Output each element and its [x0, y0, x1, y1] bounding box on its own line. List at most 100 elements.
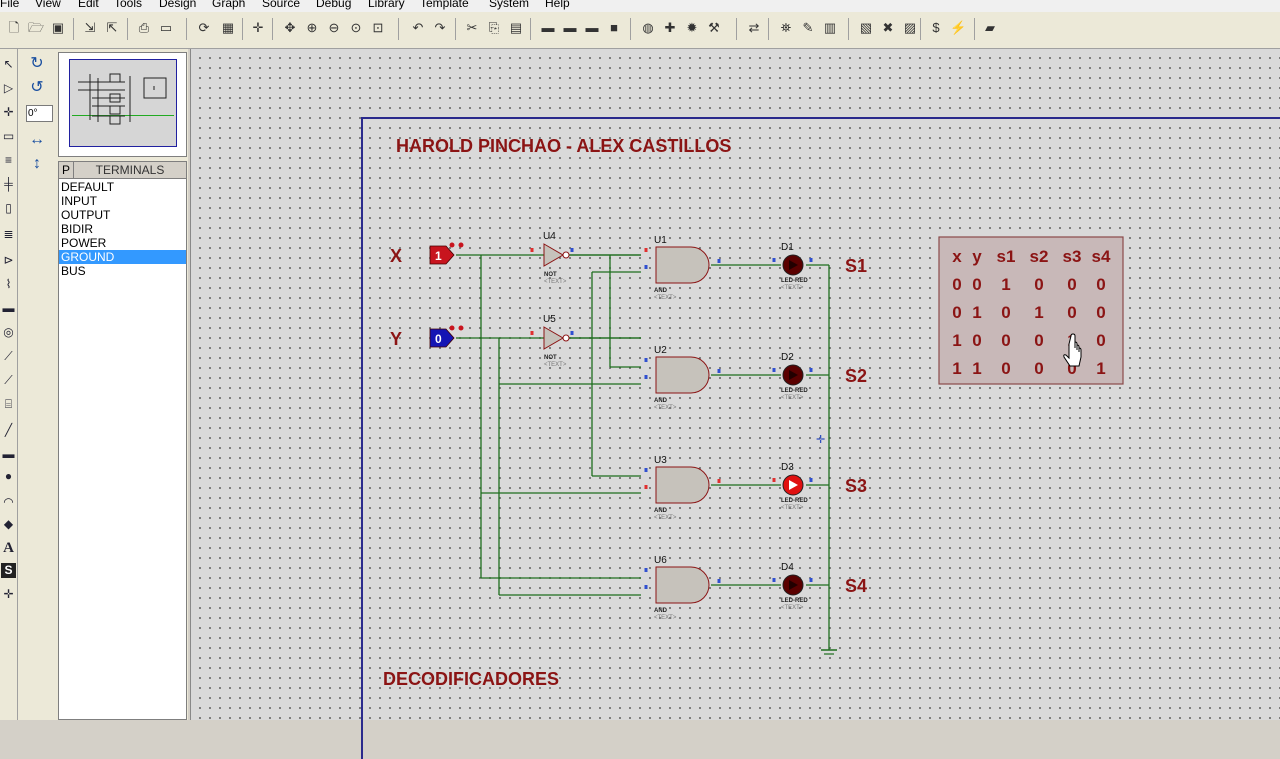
origin-icon[interactable]: ✛: [250, 20, 266, 36]
gate-text: <TEXT>: [654, 295, 677, 301]
virtual-instruments-icon[interactable]: ⌸: [1, 397, 16, 412]
design-explorer-icon[interactable]: ▥: [822, 20, 838, 36]
decompose-icon[interactable]: ⚒: [706, 20, 722, 36]
zoom-area-icon[interactable]: ⊡: [370, 20, 386, 36]
print-area-icon[interactable]: ▭: [158, 20, 174, 36]
import-icon[interactable]: ⇲: [82, 20, 98, 36]
search-tag-icon[interactable]: ⛯: [778, 20, 794, 36]
arc-2d-icon[interactable]: ◠: [1, 495, 16, 510]
device-pins-icon[interactable]: ⊳: [1, 253, 16, 268]
terminal-item-bus[interactable]: BUS: [59, 264, 186, 278]
delete-sheet-icon[interactable]: ✖: [880, 20, 896, 36]
schematic-canvas[interactable]: HAROLD PINCHAO - ALEX CASTILLOS DECODIFIC…: [190, 49, 1280, 759]
print-icon[interactable]: ⎙: [136, 20, 152, 36]
export-icon[interactable]: ⇱: [104, 20, 120, 36]
cut-icon[interactable]: ✂: [464, 20, 480, 36]
toolbar-separator: [974, 18, 975, 40]
goto-sheet-icon[interactable]: ▨: [902, 20, 918, 36]
block-move-icon[interactable]: ▬: [562, 20, 578, 36]
new-file-icon[interactable]: 🗋: [6, 20, 22, 36]
property-assign-icon[interactable]: ✎: [800, 20, 816, 36]
rotate-clockwise-icon[interactable]: ↻: [28, 55, 46, 73]
make-device-icon[interactable]: ✚: [662, 20, 678, 36]
electrical-rules-check-icon[interactable]: ⚡: [950, 20, 966, 36]
zoom-out-icon[interactable]: ⊖: [326, 20, 342, 36]
truth-table-cell: 1: [1096, 359, 1105, 378]
mirror-horizontal-icon[interactable]: ↔: [28, 131, 46, 149]
menu-help[interactable]: Help: [545, 0, 570, 9]
menu-view[interactable]: View: [35, 0, 61, 9]
circle-2d-icon[interactable]: ●: [1, 469, 16, 484]
grid-icon[interactable]: ▦: [220, 20, 236, 36]
terminal-item-default[interactable]: DEFAULT: [59, 180, 186, 194]
pan-icon[interactable]: ✥: [282, 20, 298, 36]
terminal-item-input[interactable]: INPUT: [59, 194, 186, 208]
pin-state-dot: [772, 258, 776, 262]
pin-state-dot: [717, 579, 721, 583]
toolbar-separator: [272, 18, 273, 40]
box-2d-icon[interactable]: ▬: [1, 447, 16, 462]
pick-device-icon[interactable]: ◍: [640, 20, 656, 36]
undo-icon[interactable]: ↶: [410, 20, 426, 36]
bill-of-materials-icon[interactable]: $: [928, 20, 944, 36]
copy-icon[interactable]: ⎘: [486, 20, 502, 36]
menu-system[interactable]: System: [489, 0, 529, 9]
block-rotate-icon[interactable]: ▬: [584, 20, 600, 36]
redo-icon[interactable]: ↷: [432, 20, 448, 36]
rotation-angle-field[interactable]: 0°: [26, 105, 53, 122]
save-icon[interactable]: ▣: [50, 20, 66, 36]
terminal-item-ground[interactable]: GROUND: [59, 250, 186, 264]
menu-file[interactable]: File: [0, 0, 19, 9]
mirror-vertical-icon[interactable]: ↕: [28, 155, 46, 173]
side-panel: ↻ ↺ 0° ↔ ↕ P TERMINALS DEFAULT INPUT OUT…: [18, 49, 188, 720]
tape-recorder-icon[interactable]: ▬: [1, 301, 16, 316]
graph-icon[interactable]: ⌇: [1, 277, 16, 292]
terminal-item-output[interactable]: OUTPUT: [59, 208, 186, 222]
line-2d-icon[interactable]: ╱: [1, 423, 16, 438]
marker-2d-icon[interactable]: ✛: [1, 587, 16, 602]
text-2d-icon[interactable]: A: [1, 541, 16, 556]
wire-autorouter-icon[interactable]: ⇄: [746, 20, 762, 36]
symbol-2d-icon[interactable]: S: [1, 563, 16, 578]
rotate-anticlockwise-icon[interactable]: ↺: [28, 79, 46, 97]
wire-label-icon[interactable]: ▭: [1, 129, 16, 144]
gate-ref: U3: [654, 455, 667, 466]
package-icon[interactable]: ✹: [684, 20, 700, 36]
component-mode-icon[interactable]: ▷: [1, 81, 16, 96]
refresh-icon[interactable]: ⟳: [196, 20, 212, 36]
menu-graph[interactable]: Graph: [212, 0, 245, 9]
zoom-in-icon[interactable]: ⊕: [304, 20, 320, 36]
menu-tools[interactable]: Tools: [114, 0, 142, 9]
open-folder-icon[interactable]: 🗁: [28, 20, 44, 36]
ares-icon[interactable]: ▰: [982, 20, 998, 36]
paste-icon[interactable]: ▤: [508, 20, 524, 36]
terminal-item-power[interactable]: POWER: [59, 236, 186, 250]
subcircuit-icon[interactable]: ▯: [1, 201, 16, 216]
menu-library[interactable]: Library: [368, 0, 405, 9]
menu-design[interactable]: Design: [159, 0, 196, 9]
pin-state-dot: [458, 325, 464, 331]
block-copy-icon[interactable]: ▬: [540, 20, 556, 36]
menu-edit[interactable]: Edit: [78, 0, 99, 9]
selection-mode-icon[interactable]: ↖: [1, 57, 16, 72]
voltage-probe-icon[interactable]: ⟋: [1, 349, 16, 364]
zoom-all-icon[interactable]: ⊙: [348, 20, 364, 36]
menu-template[interactable]: Template: [420, 0, 469, 9]
generator-icon[interactable]: ◎: [1, 325, 16, 340]
new-sheet-icon[interactable]: ▧: [858, 20, 874, 36]
terminal-item-bidir[interactable]: BIDIR: [59, 222, 186, 236]
junction-dot-icon[interactable]: ✛: [1, 105, 16, 120]
text-script-icon[interactable]: ≡: [1, 153, 16, 168]
gate-type: AND: [654, 508, 668, 514]
buses-icon[interactable]: ╪: [1, 177, 16, 192]
path-2d-icon[interactable]: ◆: [1, 517, 16, 532]
terminals-icon[interactable]: ≣: [1, 227, 16, 242]
truth-table-cell: 1: [952, 331, 961, 350]
menu-source[interactable]: Source: [262, 0, 300, 9]
current-probe-icon[interactable]: ⟋: [1, 373, 16, 388]
overview-window[interactable]: [58, 52, 187, 157]
menu-debug[interactable]: Debug: [316, 0, 351, 9]
truth-table-cell: 0: [1034, 275, 1043, 294]
pick-device-button[interactable]: P: [59, 162, 74, 178]
block-delete-icon[interactable]: ■: [606, 20, 622, 36]
